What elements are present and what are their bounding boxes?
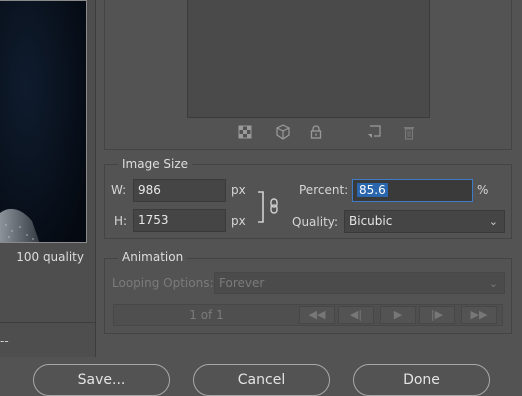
width-field[interactable]: 986 (133, 179, 226, 202)
cancel-button[interactable]: Cancel (193, 364, 330, 396)
divider (0, 322, 96, 323)
looping-options-value: Forever (219, 276, 265, 290)
percent-field[interactable]: 85.6 (352, 179, 473, 202)
color-table[interactable] (187, 0, 430, 118)
width-label: W: (111, 183, 127, 197)
width-unit: px (231, 183, 246, 197)
percent-label: Percent: (299, 183, 349, 197)
preview-quality-label: 100 quality (16, 250, 84, 264)
preview-image[interactable] (0, 0, 87, 243)
play-button[interactable]: ▶ (380, 306, 416, 324)
height-unit: px (231, 214, 246, 228)
constrain-proportions-link-icon[interactable] (255, 190, 285, 224)
frame-counter: 1 of 1 (189, 308, 224, 322)
new-color-icon[interactable] (366, 124, 382, 140)
trash-icon[interactable] (401, 124, 417, 140)
web-snap-icon[interactable] (237, 124, 253, 140)
quality-label: Quality: (292, 215, 339, 229)
preview-image-graphic (0, 1, 86, 242)
quality-select[interactable]: Bicubic ⌄ (344, 210, 505, 233)
save-button[interactable]: Save... (33, 364, 170, 396)
done-button[interactable]: Done (353, 364, 490, 396)
looping-options-label: Looping Options: (112, 276, 214, 290)
image-size-title: Image Size (118, 157, 193, 171)
animation-title: Animation (118, 250, 188, 264)
previous-frame-button[interactable]: ◀| (338, 306, 374, 324)
animation-controls: 1 of 1 ◀◀ ◀| ▶ |▶ ▶▶ (113, 304, 503, 326)
cube-icon[interactable] (275, 124, 291, 140)
chevron-down-icon: ⌄ (488, 215, 498, 228)
percent-unit: % (477, 183, 489, 197)
chevron-down-icon: ⌄ (488, 277, 498, 290)
quality-select-value: Bicubic (349, 214, 393, 228)
percent-value: 85.6 (357, 183, 388, 197)
height-label: H: (114, 214, 128, 228)
last-frame-button[interactable]: ▶▶ (461, 306, 497, 324)
preview-status-text: -- (0, 334, 9, 348)
first-frame-button[interactable]: ◀◀ (299, 306, 335, 324)
height-field[interactable]: 1753 (133, 209, 226, 232)
next-frame-button[interactable]: |▶ (419, 306, 455, 324)
looping-options-select[interactable]: Forever ⌄ (214, 272, 505, 294)
lock-icon[interactable] (308, 124, 324, 140)
